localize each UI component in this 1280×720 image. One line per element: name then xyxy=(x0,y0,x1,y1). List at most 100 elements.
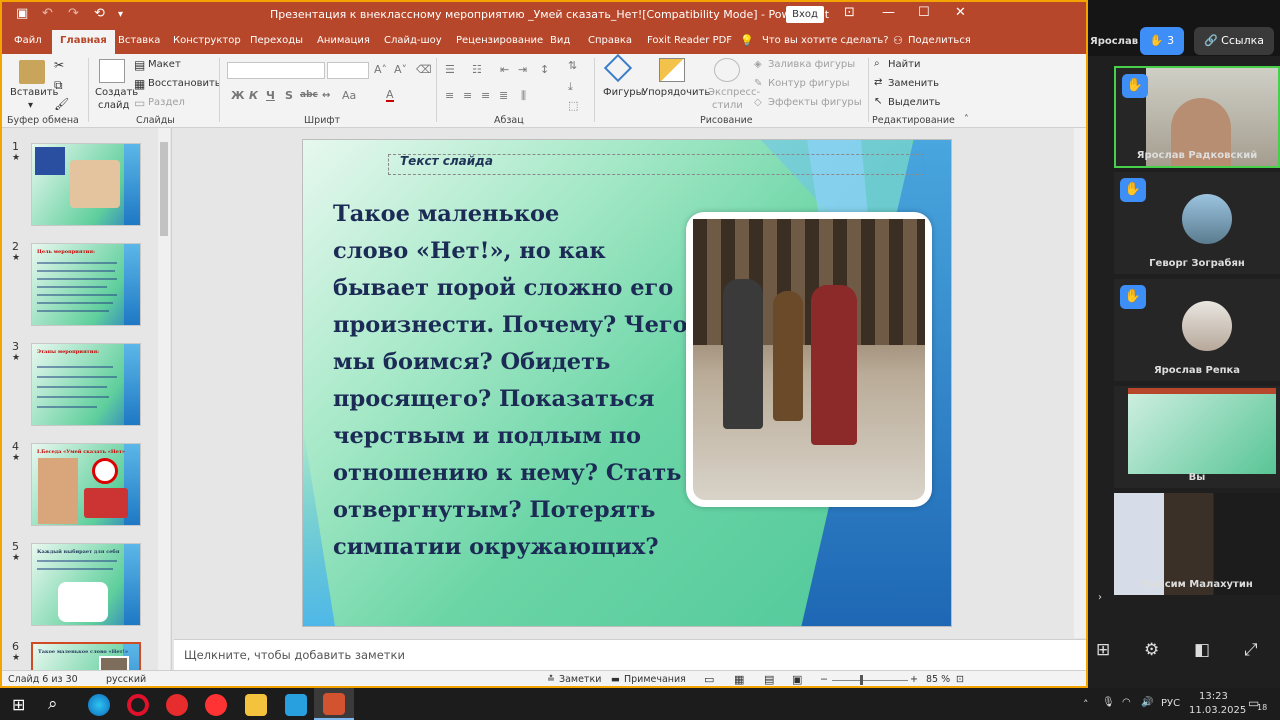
file-explorer-icon[interactable] xyxy=(245,694,267,716)
copy-link-button[interactable]: 🔗 Ссылка xyxy=(1194,27,1274,55)
bullets-icon[interactable]: ☰ xyxy=(445,63,455,76)
font-grow-icon[interactable]: A˄ xyxy=(374,63,387,76)
minimize-button[interactable]: — xyxy=(882,5,895,20)
align-right-icon[interactable]: ≡ xyxy=(481,89,490,102)
maximize-button[interactable]: ☐ xyxy=(918,5,930,20)
slide-scrollbar[interactable] xyxy=(1074,128,1086,638)
picture-in-picture-icon[interactable]: ◧ xyxy=(1194,640,1210,660)
slide-sorter-icon[interactable]: ▦ xyxy=(734,673,744,686)
indent-increase-icon[interactable]: ⇥ xyxy=(518,63,527,76)
format-painter-icon[interactable]: 🖌 xyxy=(54,97,69,111)
reading-view-icon[interactable]: ▤ xyxy=(764,673,774,686)
slide-thumb-4[interactable]: I.Беседа «Умей сказать «Нет» xyxy=(31,443,141,526)
notes-button[interactable]: Заметки xyxy=(559,674,601,685)
tab-view[interactable]: Вид xyxy=(550,35,570,46)
arrange-button[interactable]: Упорядочить xyxy=(642,87,710,98)
quick-styles-icon[interactable] xyxy=(714,58,740,82)
input-language[interactable]: РУС xyxy=(1161,698,1180,709)
shadow-button[interactable]: S xyxy=(285,89,293,102)
slide-body-text[interactable]: Такое маленькое слово «Нет!», но как быв… xyxy=(333,196,688,566)
opera-browser-icon[interactable] xyxy=(127,694,149,716)
notes-pane[interactable]: Щелкните, чтобы добавить заметки xyxy=(174,639,1086,670)
slide-canvas[interactable]: Текст слайда Такое маленькое слово «Нет!… xyxy=(302,139,952,627)
justify-icon[interactable]: ≣ xyxy=(499,89,508,102)
quick-styles-label-1[interactable]: Экспресс- xyxy=(708,87,760,98)
microphone-icon[interactable]: 🎙 xyxy=(1102,697,1115,708)
language-indicator[interactable]: русский xyxy=(106,674,146,685)
bold-button[interactable]: Ж xyxy=(231,89,244,102)
powerpoint-taskbar-button[interactable] xyxy=(314,688,354,720)
font-name-combo[interactable] xyxy=(227,62,325,79)
font-size-combo[interactable] xyxy=(327,62,369,79)
slide-thumb-2[interactable]: Цель мероприятия: xyxy=(31,243,141,326)
zoom-out-icon[interactable]: − xyxy=(820,674,828,685)
zoom-in-icon[interactable]: + xyxy=(910,674,918,685)
slideshow-start-icon[interactable]: ⟲ xyxy=(94,6,105,21)
smartart-icon[interactable]: ⬚ xyxy=(568,99,578,112)
participant-tile-self[interactable]: Вы xyxy=(1114,386,1280,488)
zoom-slider[interactable] xyxy=(832,680,908,681)
font-shrink-icon[interactable]: A˅ xyxy=(394,63,407,76)
edge-browser-icon[interactable] xyxy=(88,694,110,716)
slide-photo[interactable] xyxy=(686,212,932,507)
search-icon[interactable]: ⌕ xyxy=(48,694,58,714)
zoom-level[interactable]: 85 % xyxy=(926,674,950,685)
align-center-icon[interactable]: ≡ xyxy=(463,89,472,102)
volume-icon[interactable]: 🔊 xyxy=(1141,697,1153,708)
collapse-ribbon-icon[interactable]: ˄ xyxy=(964,114,969,125)
clock-time[interactable]: 13:23 xyxy=(1199,691,1228,702)
tab-insert[interactable]: Вставка xyxy=(118,35,160,46)
align-left-icon[interactable]: ≡ xyxy=(445,89,454,102)
customize-toolbar-icon[interactable]: ▾ xyxy=(118,9,123,20)
slide-thumb-3[interactable]: Этапы мероприятия: xyxy=(31,343,141,426)
slide-thumb-5[interactable]: Каждый выбирает для себя xyxy=(31,543,141,626)
cut-icon[interactable]: ✂ xyxy=(54,58,64,72)
select-button[interactable]: Выделить xyxy=(888,97,940,108)
clear-format-icon[interactable]: ⌫ xyxy=(416,63,432,76)
fit-slide-icon[interactable]: ⊡ xyxy=(956,674,964,685)
redo-icon[interactable]: ↷ xyxy=(68,6,79,21)
paste-label[interactable]: Вставить xyxy=(10,87,58,98)
tab-help[interactable]: Справка xyxy=(588,35,632,46)
tab-transitions[interactable]: Переходы xyxy=(250,35,303,46)
shapes-icon[interactable] xyxy=(603,53,633,83)
thumbnails-scrollbar[interactable] xyxy=(158,128,170,670)
close-button[interactable]: ✕ xyxy=(955,5,966,20)
copy-icon[interactable]: ⧉ xyxy=(54,78,63,93)
tab-slideshow[interactable]: Слайд-шоу xyxy=(384,35,442,46)
strike-button[interactable]: abc xyxy=(300,90,318,100)
participant-tile[interactable]: ✋ Ярослав Радковский xyxy=(1114,66,1280,168)
participant-tile[interactable]: ✋ Ярослав Репка xyxy=(1114,279,1280,381)
find-button[interactable]: Найти xyxy=(888,59,920,70)
tab-design[interactable]: Конструктор xyxy=(173,35,241,46)
fullscreen-icon[interactable]: ⤢ xyxy=(1244,640,1258,660)
tab-review[interactable]: Рецензирование xyxy=(456,35,543,46)
clock-date[interactable]: 11.03.2025 xyxy=(1189,705,1246,716)
paste-icon[interactable] xyxy=(19,60,45,84)
columns-icon[interactable]: ⫼ xyxy=(521,89,526,103)
reset-button[interactable]: Восстановить xyxy=(148,78,221,89)
tell-me-search[interactable]: Что вы хотите сделать? xyxy=(762,35,889,46)
slide-thumb-1[interactable] xyxy=(31,143,141,226)
shape-fill-button[interactable]: Заливка фигуры xyxy=(768,59,855,70)
participant-tile[interactable]: ✋ Геворг Зограбян xyxy=(1114,172,1280,274)
align-text-icon[interactable]: ⤓ xyxy=(568,80,573,94)
raised-hands-button[interactable]: ✋ 3 xyxy=(1140,27,1184,55)
yandex-browser-icon[interactable] xyxy=(166,694,188,716)
underline-button[interactable]: Ч xyxy=(266,89,275,102)
grid-view-icon[interactable]: ⊞ xyxy=(1096,640,1110,660)
line-spacing-icon[interactable]: ↕ xyxy=(540,63,549,76)
new-slide-icon[interactable] xyxy=(99,59,125,83)
new-slide-label-2[interactable]: слайд xyxy=(98,100,129,111)
text-direction-icon[interactable]: ⇅ xyxy=(568,59,577,72)
numbering-icon[interactable]: ☷ xyxy=(472,63,482,76)
shapes-button[interactable]: Фигуры xyxy=(603,87,644,98)
arrange-icon[interactable] xyxy=(659,58,685,82)
comments-button[interactable]: Примечания xyxy=(624,674,686,685)
meeting-app-icon[interactable] xyxy=(285,694,307,716)
scrollbar-thumb[interactable] xyxy=(160,142,168,236)
login-button[interactable]: Вход xyxy=(786,6,824,23)
wifi-icon[interactable]: ◠ xyxy=(1122,697,1131,708)
chevron-right-icon[interactable]: › xyxy=(1098,592,1102,603)
paste-dropdown-icon[interactable]: ▾ xyxy=(28,100,33,111)
